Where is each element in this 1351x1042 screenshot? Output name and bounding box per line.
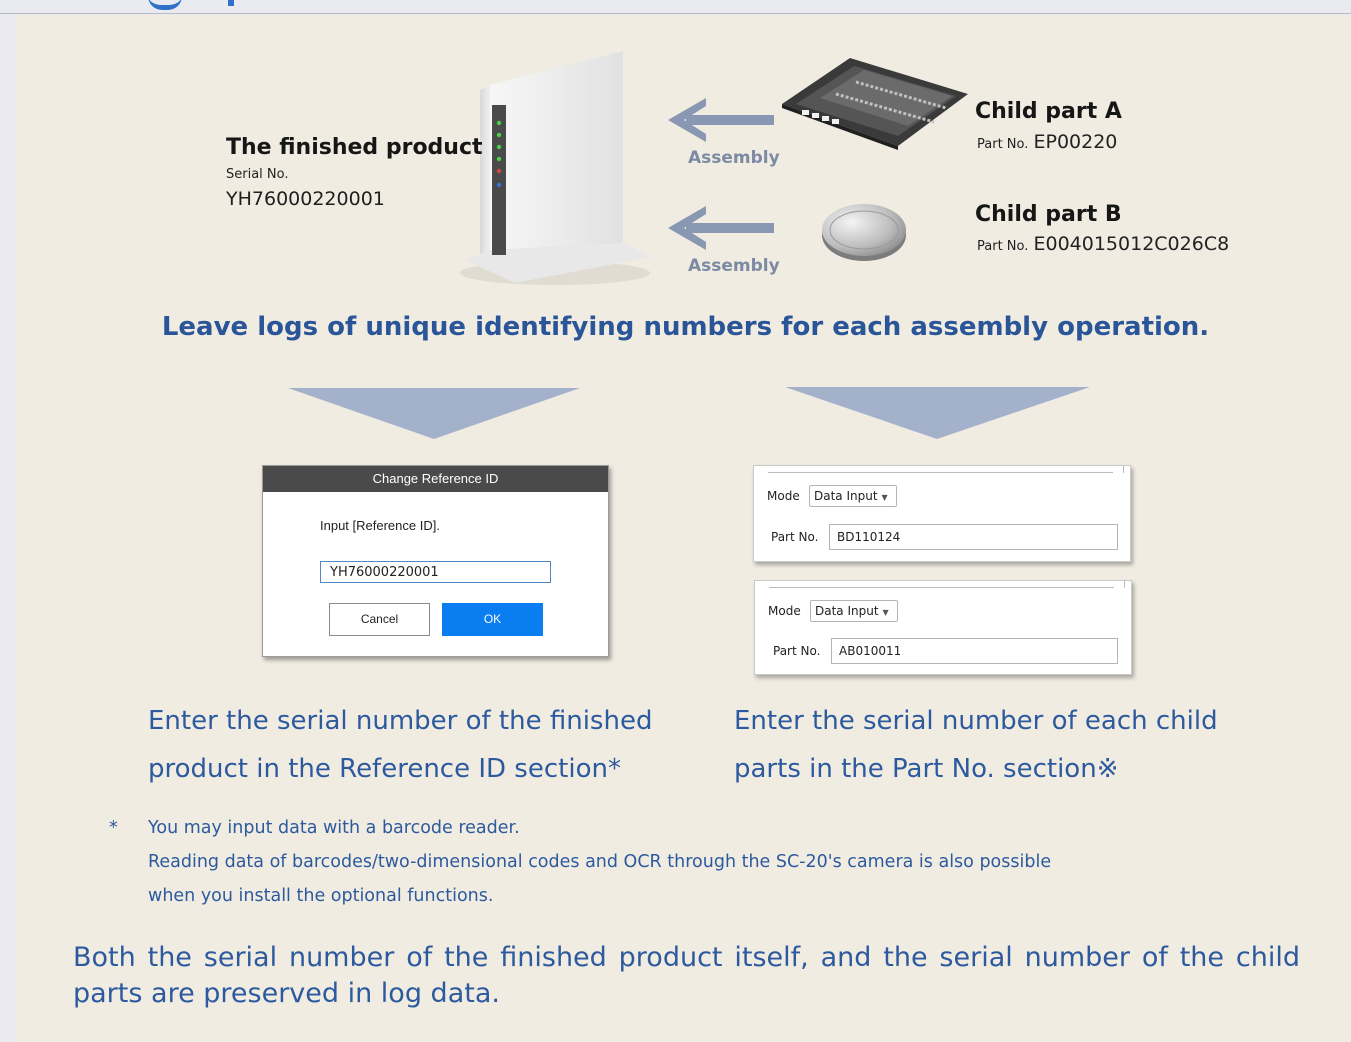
dialog-title: Change Reference ID xyxy=(263,466,608,492)
assembly-arrow-icon xyxy=(668,206,774,250)
child-part-a-number: Part No. EP00220 xyxy=(977,131,1117,153)
cropped-heading-glyph xyxy=(148,0,182,10)
part-number-field[interactable]: AB010011 xyxy=(831,638,1118,664)
part-number-label: Part No. xyxy=(977,137,1029,152)
part-input-panel: Mode Data Input ▼ Part No. AB010011 xyxy=(754,580,1132,675)
caption-left-line1: Enter the serial number of the finished xyxy=(148,706,653,736)
mode-value: Data Input xyxy=(815,604,879,618)
mode-value: Data Input xyxy=(814,489,878,503)
change-reference-id-dialog: Change Reference ID Input [Reference ID]… xyxy=(262,465,609,657)
router-device-image xyxy=(460,51,650,285)
mode-label: Mode xyxy=(767,489,800,503)
serial-number-label: Serial No. xyxy=(226,167,289,182)
divider xyxy=(769,587,1114,588)
assembly-arrow-icon xyxy=(668,98,774,142)
circuit-board-image xyxy=(782,58,968,150)
part-number-value: EP00220 xyxy=(1033,131,1118,153)
chevron-down-icon: ▼ xyxy=(882,608,889,617)
cancel-button[interactable]: Cancel xyxy=(329,603,430,636)
assembly-label-bottom: Assembly xyxy=(688,256,780,276)
cropped-heading-glyph xyxy=(228,0,234,6)
part-input-panel: Mode Data Input ▼ Part No. BD110124 xyxy=(753,465,1131,562)
child-part-b-number: Part No. E004015012C026C8 xyxy=(977,233,1229,255)
mode-dropdown[interactable]: Data Input ▼ xyxy=(809,485,897,507)
footnote-line3: when you install the optional functions. xyxy=(148,886,494,906)
divider xyxy=(1124,581,1125,588)
caption-left-line2: product in the Reference ID section* xyxy=(148,754,621,784)
dialog-prompt: Input [Reference ID]. xyxy=(320,518,440,533)
down-chevron-icon xyxy=(785,387,1090,439)
serial-number-value: YH76000220001 xyxy=(226,188,385,210)
footnote-line2: Reading data of barcodes/two-dimensional… xyxy=(148,852,1052,872)
assembly-label-top: Assembly xyxy=(688,148,780,168)
part-number-value: E004015012C026C8 xyxy=(1033,233,1230,255)
conclusion-text: Both the serial number of the finished p… xyxy=(73,942,1300,1009)
footnote-line1: You may input data with a barcode reader… xyxy=(148,818,520,838)
footnote-marker: * xyxy=(109,818,118,838)
caption-right-line2: parts in the Part No. section※ xyxy=(734,754,1119,784)
part-number-label: Part No. xyxy=(773,644,821,658)
down-chevron-icon xyxy=(288,388,580,439)
part-number-label: Part No. xyxy=(977,239,1029,254)
ok-button[interactable]: OK xyxy=(442,603,543,636)
chevron-down-icon: ▼ xyxy=(881,493,888,502)
coin-battery-image xyxy=(822,204,906,261)
divider xyxy=(768,472,1113,473)
headline: Leave logs of unique identifying numbers… xyxy=(161,312,1210,342)
child-part-b-title: Child part B xyxy=(975,202,1122,227)
part-number-label: Part No. xyxy=(771,530,819,544)
divider xyxy=(1123,466,1124,473)
child-part-a-title: Child part A xyxy=(975,99,1122,124)
mode-label: Mode xyxy=(768,604,801,618)
part-number-field[interactable]: BD110124 xyxy=(829,524,1118,550)
mode-dropdown[interactable]: Data Input ▼ xyxy=(810,600,898,622)
reference-id-input[interactable]: YH76000220001 xyxy=(320,561,551,583)
top-band xyxy=(0,0,1351,14)
caption-right-line1: Enter the serial number of each child xyxy=(734,706,1218,736)
finished-product-title: The finished product xyxy=(226,135,483,160)
